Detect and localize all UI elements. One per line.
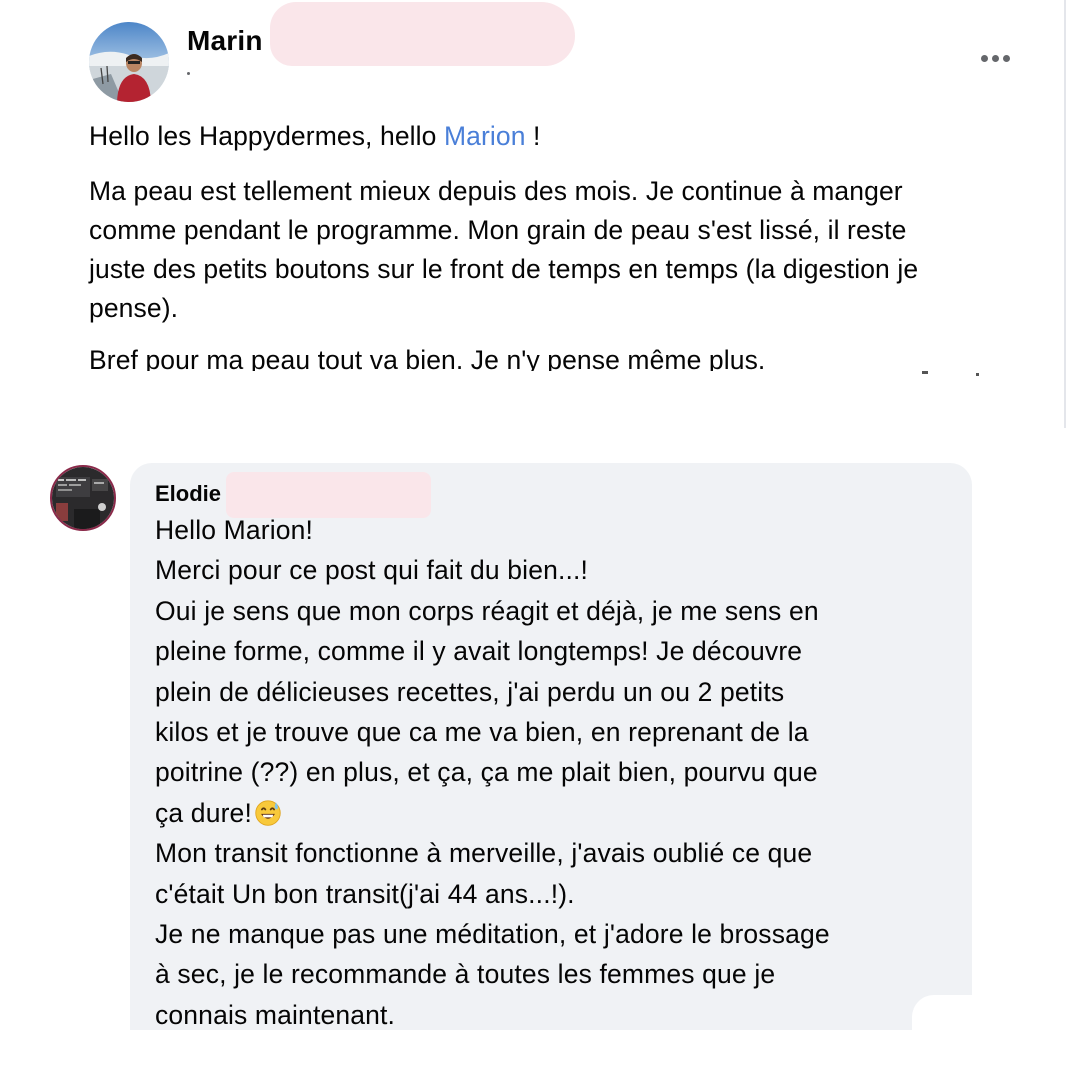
post-author-name[interactable]: Marin [187,24,263,58]
redaction-mask [270,2,575,66]
comment-line: kilos et je trouve que ca me va bien, en… [155,717,809,748]
post-card-edge [1064,0,1066,428]
post-paragraph-last: Bref pour ma peau tout va bien. Je n'y p… [89,345,766,371]
comment-line: c'était Un bon transit(j'ai 44 ans...!). [155,878,575,909]
comment-line: ça dure! [155,797,252,828]
post-line: comme pendant le programme. Mon grain de… [89,215,907,245]
more-options-button[interactable] [974,44,1016,72]
comment-line: Oui je sens que mon corps réagit et déjà… [155,595,819,626]
post-greeting: Hello les Happydermes, hello Marion ! [89,117,1039,156]
post-line: Ma peau est tellement mieux depuis des m… [89,176,903,206]
stray-mark [922,371,928,374]
comment-line-with-emoji: ça dure! [155,793,955,833]
greeting-text: Hello les Happydermes, hello [89,121,444,151]
comment-line: Hello Marion! [155,515,314,545]
post-card: Marin Hello les Happydermes, hello Mario… [0,0,1066,428]
author-avatar[interactable] [89,22,169,102]
comment-text: Hello Marion! Merci pour ce post qui fai… [155,510,955,1035]
grinning-sweat-emoji-icon [255,800,281,826]
comment-line: connais maintenant. [155,999,396,1030]
commenter-avatar[interactable] [50,465,116,531]
mention-link[interactable]: Marion [444,121,526,151]
comment-line: à sec, je le recommande à toutes les fem… [155,959,776,990]
post-paragraph: Ma peau est tellement mieux depuis des m… [89,172,1039,328]
post-line: pense). [89,293,179,323]
commenter-name[interactable]: Elodie [155,481,221,507]
screenshot: Marin Hello les Happydermes, hello Mario… [0,0,1080,1080]
comment-line: poitrine (??) en plus, et ça, ça me plai… [155,757,818,788]
more-horizontal-icon [1002,54,1010,62]
comment-line: Merci pour ce post qui fait du bien...! [155,555,589,586]
more-horizontal-icon [980,54,988,62]
comment-line: Mon transit fonctionne à merveille, j'av… [155,838,813,869]
post-meta-dot [187,72,190,75]
stray-mark [976,373,979,376]
comment-line: Je ne manque pas une méditation, et j'ad… [155,919,830,950]
comment-line: plein de délicieuses recettes, j'ai perd… [155,676,785,707]
comment-line: pleine forme, comme il y avait longtemps… [155,636,803,667]
post-line: juste des petits boutons sur le front de… [89,254,919,284]
greeting-suffix: ! [525,121,541,151]
more-horizontal-icon [991,54,999,62]
